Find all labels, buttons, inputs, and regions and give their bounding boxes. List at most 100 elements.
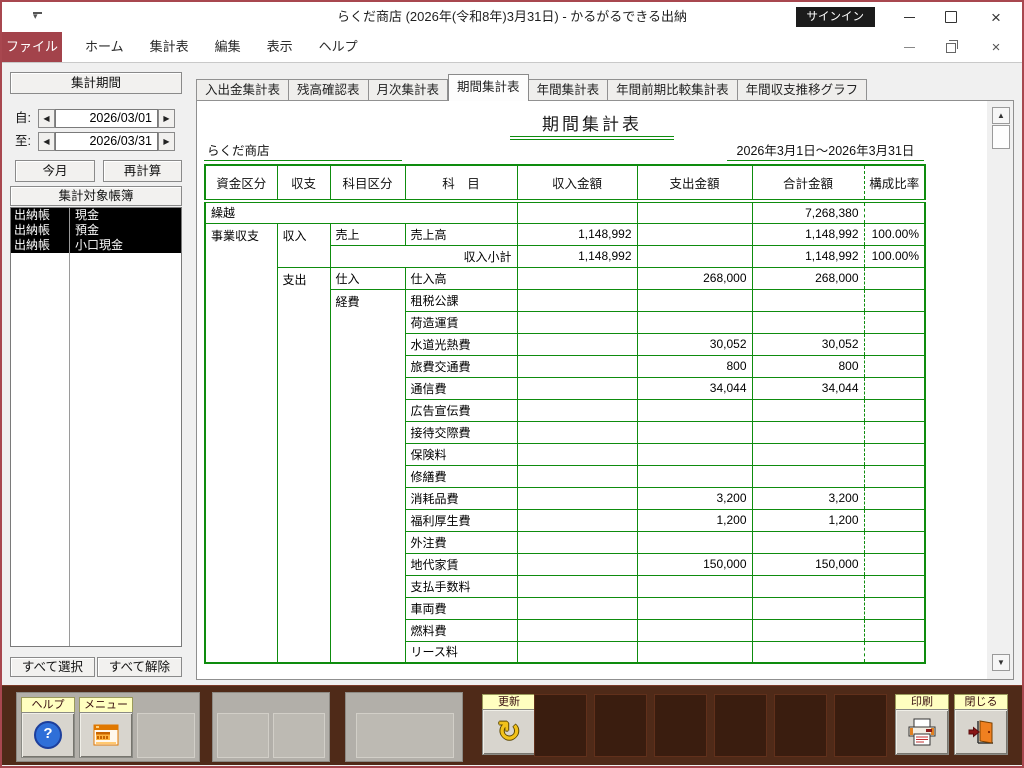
menu-button[interactable]: メニュー	[79, 697, 133, 758]
book-list-item[interactable]: 出納帳小口現金	[11, 238, 181, 253]
minimize-button[interactable]	[889, 2, 929, 32]
table-cell	[752, 619, 864, 641]
main-area: 集計期間 自: ◀ 2026/03/01 ▶ 至: ◀ 2026/03/31 ▶…	[2, 63, 1022, 685]
table-cell	[864, 597, 925, 619]
menu-item-1[interactable]: ホーム	[72, 32, 137, 62]
deselect-all-button[interactable]: すべて解除	[97, 657, 182, 677]
book-list-item[interactable]: 出納帳現金	[11, 208, 181, 223]
table-cell	[864, 377, 925, 399]
table-cell: 収入小計	[330, 245, 517, 267]
child-close-button[interactable]: ×	[976, 32, 1016, 62]
menu-item-3[interactable]: 編集	[202, 32, 254, 62]
table-cell	[752, 531, 864, 553]
date-to-field[interactable]: 2026/03/31	[55, 132, 158, 151]
table-cell	[517, 509, 637, 531]
door-exit-icon	[967, 719, 995, 745]
maximize-icon	[945, 11, 957, 23]
recalculate-button[interactable]: 再計算	[103, 160, 182, 182]
vertical-scrollbar[interactable]: ▲ ▼	[992, 107, 1010, 671]
table-cell	[752, 641, 864, 663]
table-cell: 支出	[277, 267, 330, 663]
maximize-button[interactable]	[931, 2, 971, 32]
close-icon: ×	[991, 9, 1001, 26]
book-type: 出納帳	[14, 223, 50, 238]
menu-item-2[interactable]: 集計表	[137, 32, 202, 62]
table-cell	[864, 443, 925, 465]
refresh-button-label: 更新	[482, 694, 536, 709]
signin-button[interactable]: サインイン	[796, 7, 876, 27]
child-minimize-button[interactable]	[889, 32, 929, 62]
book-name: 預金	[75, 223, 99, 238]
table-cell	[864, 421, 925, 443]
table-cell: 3,200	[637, 487, 752, 509]
refresh-button[interactable]: 更新 ↻	[482, 694, 536, 755]
menu-item-4[interactable]: 表示	[254, 32, 306, 62]
table-row: 繰越7,268,380	[205, 201, 925, 223]
menubar: ファイルホーム集計表編集表示ヘルプ ×	[2, 32, 1022, 63]
table-cell: 800	[637, 355, 752, 377]
table-cell	[637, 619, 752, 641]
table-row: 事業収支収入売上売上高1,148,9921,148,992100.00%	[205, 223, 925, 245]
table-cell	[517, 597, 637, 619]
tab-3-active[interactable]: 期間集計表	[448, 74, 529, 101]
tab-6[interactable]: 年間収支推移グラフ	[738, 79, 868, 101]
app-window: らくだ商店 (2026年(令和8年)3月31日) - かるがるできる出納 サイン…	[0, 0, 1024, 768]
table-cell: 保険料	[405, 443, 517, 465]
report-title: 期間集計表	[510, 110, 674, 140]
report-view: 期間集計表 らくだ商店 2026年3月1日～2026年3月31日 資金区分収支科…	[197, 101, 987, 679]
table-cell: 30,052	[637, 333, 752, 355]
table-cell	[517, 355, 637, 377]
table-cell	[637, 465, 752, 487]
table-cell	[864, 201, 925, 223]
print-button[interactable]: 印刷	[895, 694, 949, 755]
close-screen-button-label: 閉じる	[954, 694, 1008, 709]
scroll-up-button[interactable]: ▲	[992, 107, 1010, 124]
table-cell: 消耗品費	[405, 487, 517, 509]
date-to-next-button[interactable]: ▶	[158, 132, 175, 151]
table-cell	[637, 531, 752, 553]
tab-5[interactable]: 年間前期比較集計表	[608, 79, 738, 101]
table-cell	[752, 289, 864, 311]
tab-4[interactable]: 年間集計表	[529, 79, 609, 101]
table-cell: 100.00%	[864, 245, 925, 267]
close-screen-button[interactable]: 閉じる	[954, 694, 1008, 755]
close-button[interactable]: ×	[976, 2, 1016, 32]
scroll-down-button[interactable]: ▼	[992, 654, 1010, 671]
select-all-button[interactable]: すべて選択	[10, 657, 95, 677]
menu-file[interactable]: ファイル	[2, 32, 62, 62]
child-restore-button[interactable]	[931, 32, 971, 62]
date-to-label: 至:	[15, 132, 31, 151]
table-cell	[517, 289, 637, 311]
help-button[interactable]: ヘルプ ?	[21, 697, 75, 758]
toolbar-dark-slot	[534, 694, 587, 757]
table-cell: 収入	[277, 223, 330, 267]
menu-item-5[interactable]: ヘルプ	[306, 32, 371, 62]
table-cell: 100.00%	[864, 223, 925, 245]
this-month-button[interactable]: 今月	[15, 160, 95, 182]
table-cell	[517, 311, 637, 333]
scroll-thumb[interactable]	[992, 125, 1010, 149]
books-listbox[interactable]: 出納帳現金出納帳 預金出納帳小口現金	[10, 207, 182, 647]
table-header-row: 資金区分収支科目区分科 目収入金額支出金額合計金額構成比率	[205, 165, 925, 201]
table-cell: 1,148,992	[752, 245, 864, 267]
toolbar-group-3	[345, 692, 463, 762]
menu-icon	[93, 724, 119, 746]
date-to-prev-button[interactable]: ◀	[38, 132, 55, 151]
date-from-next-button[interactable]: ▶	[158, 109, 175, 128]
tab-1[interactable]: 残高確認表	[289, 79, 369, 101]
toolbar-empty-slot	[356, 713, 454, 758]
book-list-item[interactable]: 出納帳 預金	[11, 223, 181, 238]
tab-2[interactable]: 月次集計表	[369, 79, 449, 101]
table-cell	[864, 619, 925, 641]
table-cell	[864, 641, 925, 663]
table-cell: 福利厚生費	[405, 509, 517, 531]
table-cell	[752, 311, 864, 333]
tab-0[interactable]: 入出金集計表	[196, 79, 289, 101]
table-cell	[637, 597, 752, 619]
table-cell: 燃料費	[405, 619, 517, 641]
table-cell	[864, 399, 925, 421]
toolbar-empty-slot	[273, 713, 325, 758]
date-from-field[interactable]: 2026/03/01	[55, 109, 158, 128]
table-cell: 接待交際費	[405, 421, 517, 443]
date-from-prev-button[interactable]: ◀	[38, 109, 55, 128]
